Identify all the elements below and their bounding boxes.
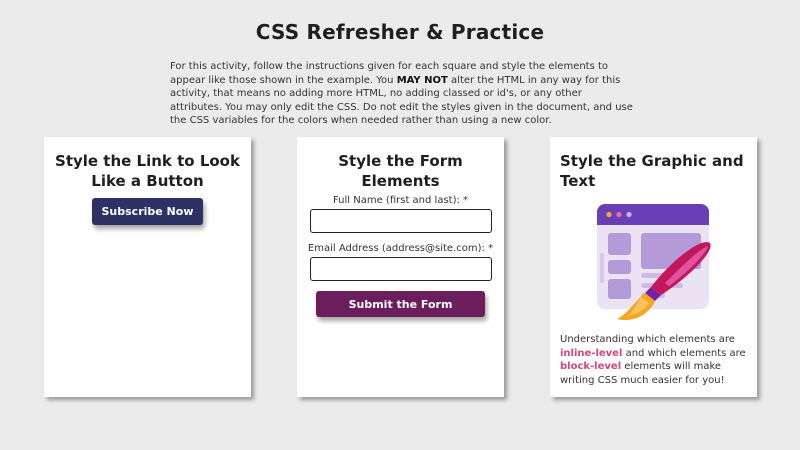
graphic-card: Style the Graphic and Text Understanding… bbox=[550, 137, 757, 397]
intro-paragraph: For this activity, follow the instructio… bbox=[170, 60, 634, 128]
intro-bold: MAY NOT bbox=[396, 74, 448, 86]
page-title: CSS Refresher & Practice bbox=[255, 20, 545, 44]
browser-window-paintbrush-icon bbox=[596, 204, 711, 321]
graphic-card-title: Style the Graphic and Text bbox=[560, 152, 744, 190]
form-card: Style the Form Elements Full Name (first… bbox=[297, 137, 504, 397]
full-name-input[interactable] bbox=[309, 209, 492, 233]
email-label: Email Address (address@site.com): * bbox=[307, 243, 494, 254]
graphic-text-1: Understanding which elements are bbox=[560, 334, 735, 345]
link-card: Style the Link to Look Like a Button Sub… bbox=[44, 137, 251, 397]
subscribe-now-link[interactable]: Subscribe Now bbox=[92, 198, 203, 225]
email-input[interactable] bbox=[309, 257, 492, 281]
form-card-title: Style the Form Elements bbox=[338, 152, 463, 190]
link-card-title: Style the Link to Look Like a Button bbox=[55, 152, 240, 190]
block-level-highlight: block-level bbox=[560, 361, 622, 372]
graphic-text-2: and which elements are bbox=[622, 347, 746, 359]
full-name-label: Full Name (first and last): * bbox=[332, 195, 469, 206]
graphic-description: Understanding which elements are inline-… bbox=[560, 333, 747, 387]
inline-level-highlight: inline-level bbox=[560, 347, 623, 359]
submit-form-button[interactable]: Submit the Form bbox=[316, 291, 485, 317]
